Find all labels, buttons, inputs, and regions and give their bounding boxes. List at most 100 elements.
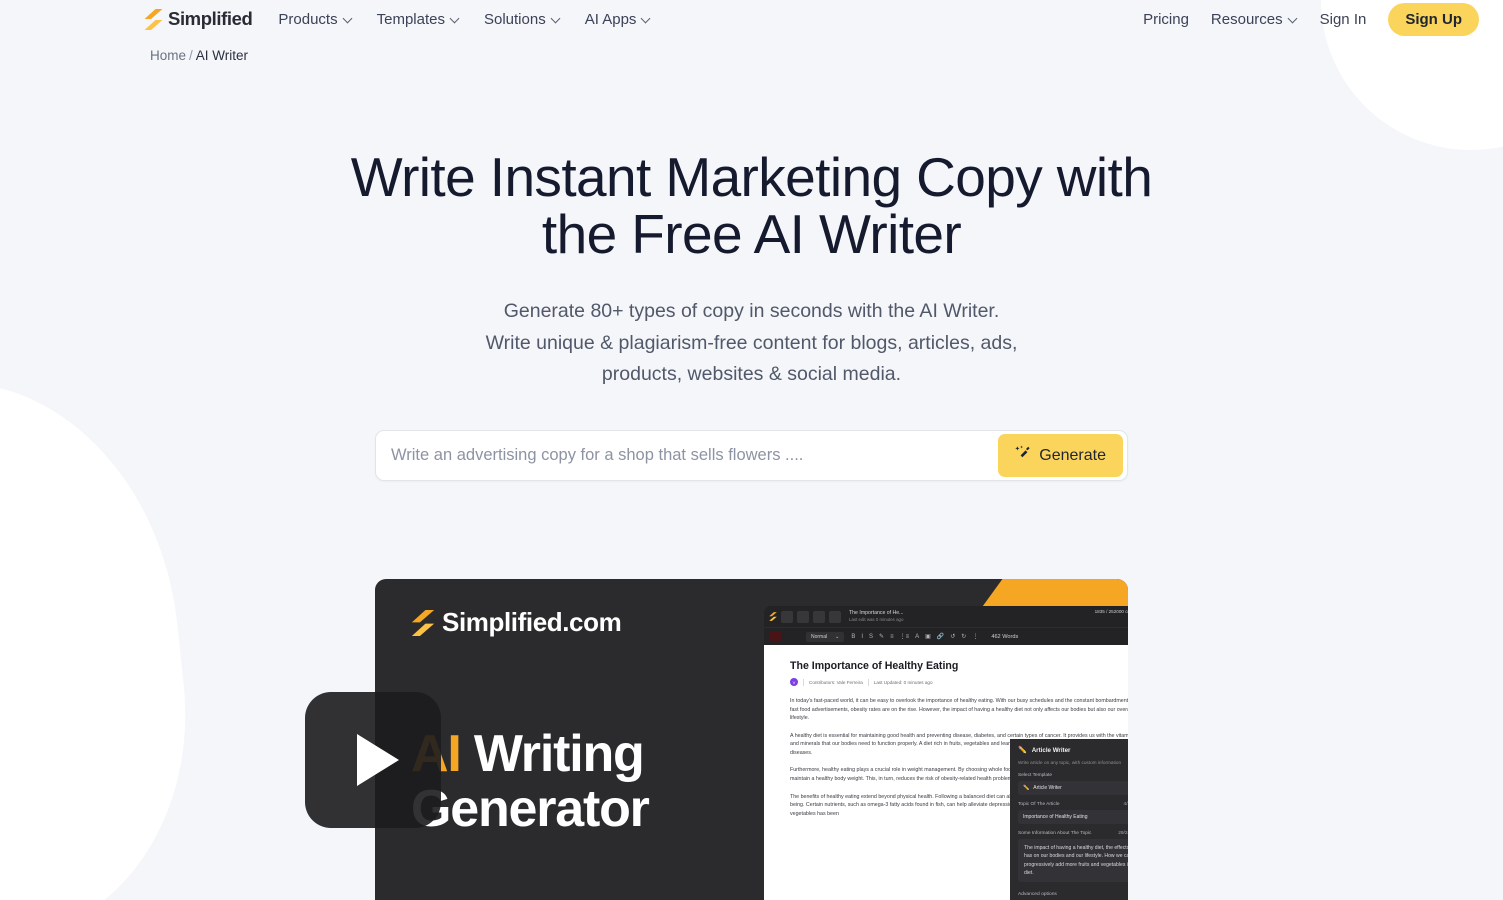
editor-doc-info: The Importance of He... Last edit was 0 … bbox=[849, 610, 904, 623]
editor-topbar: The Importance of He... Last edit was 0 … bbox=[764, 606, 1128, 627]
brand-kit-icon[interactable] bbox=[769, 631, 781, 643]
page-title-line1: Write Instant Marketing Copy with bbox=[350, 146, 1153, 208]
main-nav: Products Templates Solutions AI Apps bbox=[278, 11, 651, 28]
chevron-down-icon bbox=[344, 15, 353, 24]
divider bbox=[867, 678, 869, 686]
play-triangle-icon bbox=[357, 734, 399, 786]
info-label-row: Some Information About The Topic 29/240 … bbox=[1018, 831, 1128, 836]
page-root: Simplified Products Templates Solutions … bbox=[0, 0, 1503, 900]
pencil-icon: ✏️ bbox=[1018, 747, 1027, 755]
info-label: Some Information About The Topic bbox=[1018, 831, 1092, 837]
list-icon[interactable]: ⋮≡ bbox=[900, 633, 910, 640]
panel-title: Article Writer bbox=[1031, 746, 1071, 754]
app-screenshot: The Importance of He... Last edit was 0 … bbox=[764, 606, 1128, 900]
strikethrough-icon[interactable]: S bbox=[869, 634, 873, 640]
lightning-bolt-logo-icon bbox=[769, 612, 777, 621]
hero-subtitle-line3: products, websites & social media. bbox=[601, 363, 902, 386]
hero-subtitle-line2: Write unique & plagiarism-free content f… bbox=[485, 331, 1018, 354]
sign-up-button[interactable]: Sign Up bbox=[1388, 2, 1479, 36]
more-icon[interactable]: ⋮ bbox=[972, 633, 978, 640]
nav-label: Pricing bbox=[1143, 10, 1189, 28]
lightning-bolt-logo-icon bbox=[144, 8, 163, 30]
chevron-down-icon bbox=[1289, 15, 1298, 24]
brand-name: Simplified bbox=[168, 8, 253, 29]
redo-icon[interactable]: ↻ bbox=[961, 633, 966, 640]
sign-in-link[interactable]: Sign In bbox=[1320, 11, 1367, 28]
header-right-nav: Pricing Resources Sign In Sign Up bbox=[1143, 2, 1479, 36]
video-brand-name: Simplified.com bbox=[442, 607, 622, 638]
pencil-icon: ✏️ bbox=[1023, 785, 1030, 792]
text-style-select[interactable]: Normal ⌄ bbox=[806, 631, 845, 642]
nav-item-templates[interactable]: Templates bbox=[377, 11, 460, 28]
video-brand-logo: Simplified.com bbox=[411, 607, 622, 638]
avatar: V bbox=[790, 678, 798, 687]
sign-in-label: Sign In bbox=[1319, 10, 1367, 28]
italic-icon[interactable]: I bbox=[861, 634, 863, 640]
page-title: Write Instant Marketing Copy with the Fr… bbox=[0, 149, 1503, 262]
settings-icon[interactable] bbox=[829, 610, 841, 623]
editor-doc-title: The Importance of He... bbox=[849, 610, 904, 617]
play-button[interactable] bbox=[305, 692, 441, 828]
panel-description: Write article on any topic, with custom … bbox=[1018, 760, 1122, 766]
document-paragraph: In today's fast-paced world, it can be e… bbox=[790, 698, 1128, 722]
info-word-counter: 29/240 Words bbox=[1118, 831, 1128, 837]
lightning-bolt-logo-icon bbox=[411, 609, 435, 636]
nav-label: Solutions bbox=[483, 10, 546, 28]
article-writer-panel: ✏️ Article Writer ⌃ Write article on any… bbox=[1010, 739, 1128, 900]
link-icon[interactable]: 🔗 bbox=[937, 633, 944, 640]
prompt-input[interactable] bbox=[376, 431, 999, 481]
info-textarea[interactable]: The impact of having a healthy diet, the… bbox=[1018, 839, 1128, 883]
contributors-label: Contributors: Vale Ferreira bbox=[809, 679, 863, 685]
document-meta: V Contributors: Vale Ferreira Last Updat… bbox=[790, 678, 1128, 687]
nav-item-products[interactable]: Products bbox=[278, 11, 352, 28]
topic-label-row: Topic Of The Article 4/20 Words bbox=[1018, 802, 1128, 807]
format-icons: B I S ✎ ≡ ⋮≡ A ▣ 🔗 ↺ ↻ ⋮ bbox=[851, 633, 978, 641]
video-preview-card[interactable]: Simplified.com AI Writing Generator bbox=[375, 579, 1128, 900]
image-icon[interactable]: ▣ bbox=[925, 633, 931, 640]
video-headline: AI Writing Generator bbox=[411, 725, 650, 839]
highlight-icon[interactable]: ✎ bbox=[879, 633, 884, 640]
generate-button[interactable]: Generate bbox=[998, 434, 1123, 478]
hero-subtitle: Generate 80+ types of copy in seconds wi… bbox=[0, 296, 1503, 391]
document-heading: The Importance of Healthy Eating bbox=[790, 660, 959, 673]
chevron-down-icon bbox=[552, 15, 561, 24]
template-select-value: Article Writer bbox=[1033, 785, 1062, 792]
site-header: Simplified Products Templates Solutions … bbox=[0, 0, 1503, 38]
history-icon[interactable] bbox=[797, 610, 809, 623]
advanced-options-label: Advanced options bbox=[1018, 891, 1057, 897]
undo-icon[interactable]: ↺ bbox=[950, 633, 955, 640]
copy-icon[interactable] bbox=[813, 610, 825, 623]
text-color-icon[interactable]: A bbox=[915, 634, 919, 640]
select-template-label-row: Select Template bbox=[1018, 773, 1128, 778]
align-icon[interactable]: ≡ bbox=[890, 634, 894, 640]
breadcrumb-separator: / bbox=[189, 48, 193, 63]
template-select[interactable]: ✏️ Article Writer ⌄ bbox=[1018, 781, 1128, 796]
nav-label: AI Apps bbox=[584, 10, 637, 28]
advanced-options-row[interactable]: Advanced options bbox=[1018, 890, 1128, 898]
breadcrumb-current: AI Writer bbox=[195, 48, 249, 63]
topic-input[interactable]: Importance of Healthy Eating bbox=[1018, 810, 1128, 825]
video-headline-rest: Writing bbox=[460, 725, 645, 784]
nav-item-pricing[interactable]: Pricing bbox=[1143, 11, 1189, 28]
nav-label: Resources bbox=[1210, 10, 1283, 28]
breadcrumb-home[interactable]: Home bbox=[150, 48, 186, 63]
brand-logo[interactable]: Simplified bbox=[144, 8, 253, 30]
credits-label: 1835 / 252000 credits used bbox=[1094, 609, 1128, 615]
panel-header[interactable]: ✏️ Article Writer ⌃ bbox=[1018, 746, 1128, 755]
last-updated-label: Last Updated: 0 minutes ago bbox=[873, 679, 933, 685]
video-headline-line2: Generator bbox=[411, 780, 650, 839]
bold-icon[interactable]: B bbox=[851, 634, 855, 640]
prompt-bar: Generate bbox=[375, 430, 1128, 482]
hero-section: Write Instant Marketing Copy with the Fr… bbox=[0, 149, 1503, 391]
chevron-down-icon bbox=[451, 15, 460, 24]
nav-item-solutions[interactable]: Solutions bbox=[484, 11, 561, 28]
chevron-down-icon: ⌄ bbox=[835, 633, 840, 640]
back-icon[interactable] bbox=[781, 610, 793, 623]
topic-word-counter: 4/20 Words bbox=[1123, 802, 1128, 808]
editor-word-count: 462 Words bbox=[991, 633, 1019, 640]
generate-button-label: Generate bbox=[1039, 446, 1106, 464]
nav-item-ai-apps[interactable]: AI Apps bbox=[585, 11, 652, 28]
nav-label: Templates bbox=[376, 10, 445, 28]
nav-item-resources[interactable]: Resources bbox=[1211, 11, 1298, 28]
magic-wand-icon bbox=[1015, 445, 1031, 466]
